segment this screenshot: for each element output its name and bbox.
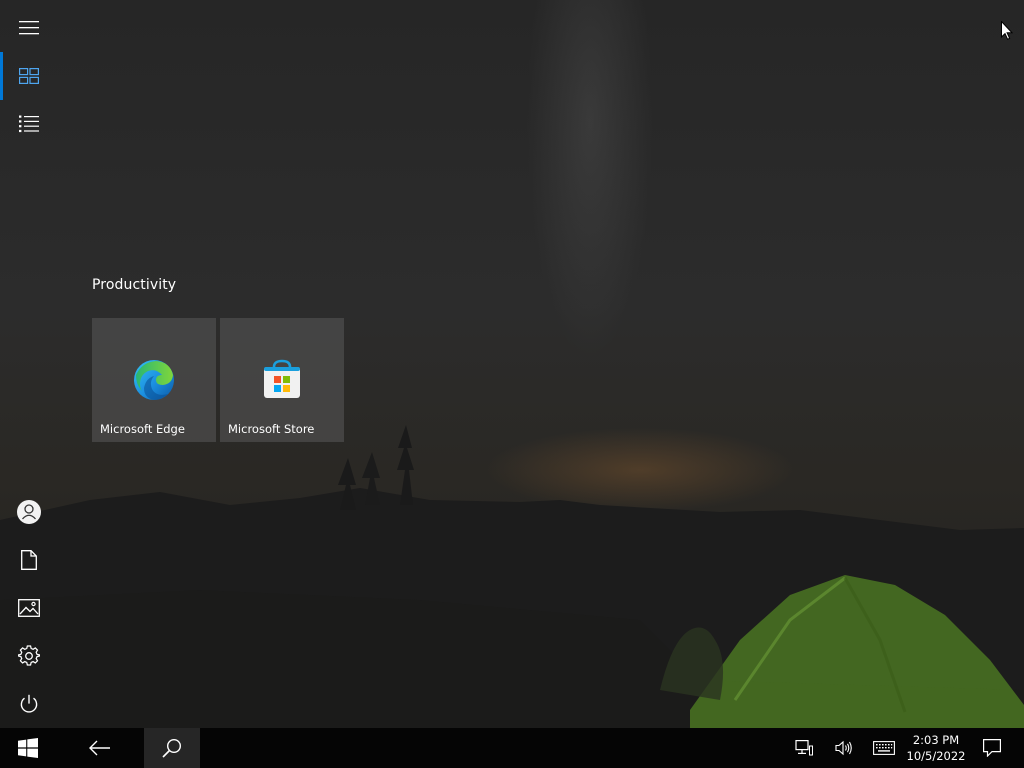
all-apps-button[interactable] [0, 100, 58, 148]
pictures-button[interactable] [0, 584, 58, 632]
edge-icon [134, 360, 174, 400]
clock-date: 10/5/2022 [906, 749, 966, 763]
power-icon [20, 694, 38, 713]
touch-keyboard-icon [873, 741, 895, 755]
expand-menu-button[interactable] [0, 4, 58, 52]
pinned-tiles-button[interactable] [0, 52, 58, 100]
volume-button[interactable] [828, 728, 860, 768]
mouse-pointer-icon [1001, 21, 1013, 40]
user-account-button[interactable] [0, 488, 58, 536]
touch-keyboard-button[interactable] [868, 728, 900, 768]
tile-label: Microsoft Edge [100, 422, 185, 436]
search-button[interactable] [144, 728, 200, 768]
user-account-icon [17, 500, 41, 524]
windows-start-icon [18, 738, 38, 758]
taskbar: 2:03 PM 10/5/2022 [0, 728, 1024, 768]
volume-icon [835, 740, 852, 756]
settings-button[interactable] [0, 632, 58, 680]
all-tiles-icon [19, 68, 39, 84]
tile-group-title[interactable]: Productivity [92, 277, 176, 293]
app-list-icon [19, 115, 39, 133]
start-button[interactable] [0, 728, 56, 768]
tile-microsoft-edge[interactable]: Microsoft Edge [92, 318, 216, 442]
documents-button[interactable] [0, 536, 58, 584]
network-icon [795, 740, 813, 756]
documents-icon [21, 550, 37, 570]
back-button[interactable] [72, 728, 128, 768]
taskbar-clock[interactable]: 2:03 PM 10/5/2022 [904, 728, 968, 768]
search-icon [162, 738, 182, 758]
hamburger-menu-icon [19, 21, 39, 35]
start-menu-rail [0, 0, 58, 728]
clock-time: 2:03 PM [912, 733, 960, 747]
store-icon [264, 359, 300, 398]
network-button[interactable] [788, 728, 820, 768]
action-center-button[interactable] [976, 728, 1008, 768]
back-arrow-icon [89, 740, 110, 756]
pictures-icon [18, 599, 40, 617]
action-center-icon [983, 739, 1001, 757]
settings-gear-icon [18, 645, 40, 666]
tile-microsoft-store[interactable]: Microsoft Store [220, 318, 344, 442]
tile-label: Microsoft Store [228, 422, 315, 436]
power-button[interactable] [0, 680, 58, 728]
